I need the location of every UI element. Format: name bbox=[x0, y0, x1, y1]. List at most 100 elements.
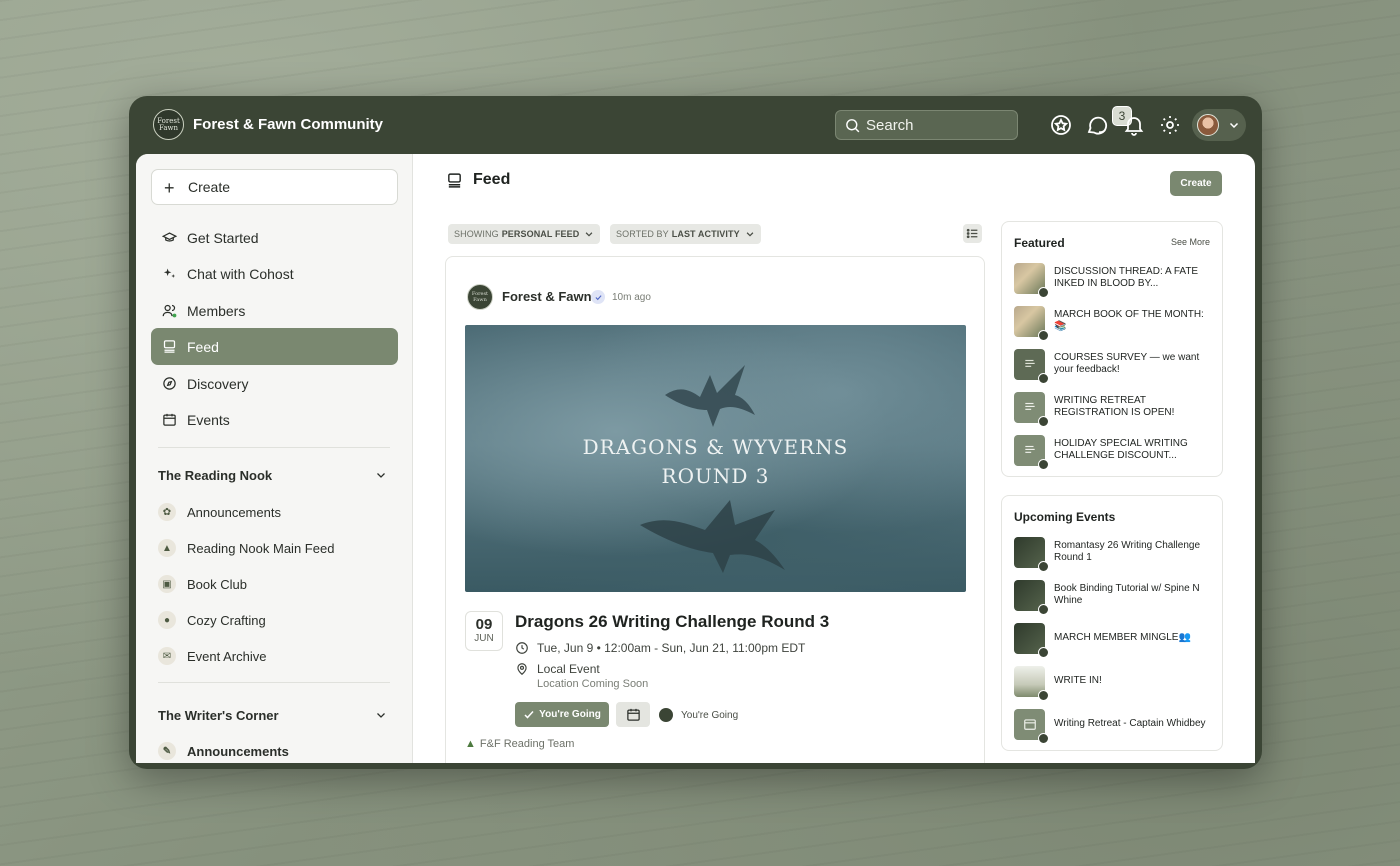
upcoming-event-item[interactable]: Writing Retreat - Captain Whidbey bbox=[1014, 708, 1214, 744]
chat-icon[interactable] bbox=[1085, 113, 1109, 137]
featured-item-label: COURSES SURVEY — we want your feedback! bbox=[1054, 352, 1200, 375]
community-logo[interactable]: Forest Fawn bbox=[153, 109, 184, 140]
calendar-add-icon bbox=[626, 708, 640, 721]
featured-item[interactable]: MARCH BOOK OF THE MONTH: 📚 bbox=[1014, 305, 1214, 341]
sidebar-item-chat-with-cohost[interactable]: Chat with Cohost bbox=[151, 255, 398, 292]
list-view-toggle[interactable] bbox=[963, 224, 982, 243]
search-icon bbox=[846, 119, 860, 133]
tree-icon: ▲ bbox=[465, 738, 476, 750]
sort-value: LAST ACTIVITY bbox=[671, 229, 740, 239]
event-thumbnail bbox=[1014, 622, 1049, 658]
bell-icon[interactable] bbox=[1122, 113, 1146, 137]
sidebar: + Create Get Started Chat with Cohost Me… bbox=[136, 154, 413, 763]
sidebar-create-button[interactable]: + Create bbox=[151, 169, 398, 205]
sort-prefix: SORTED BY bbox=[616, 229, 669, 239]
sidebar-item-label: Events bbox=[187, 411, 230, 428]
featured-item[interactable]: COURSES SURVEY — we want your feedback! bbox=[1014, 348, 1214, 384]
event-post-card[interactable]: Forest Fawn Forest & Fawn 10m ago DRAGONS… bbox=[445, 256, 985, 763]
space-label: Announcements bbox=[187, 743, 289, 759]
create-post-button[interactable]: Create bbox=[1170, 171, 1222, 196]
section-title-reading-nook[interactable]: The Reading Nook bbox=[158, 468, 272, 483]
upcoming-event-item[interactable]: Book Binding Tutorial w/ Spine N Whine bbox=[1014, 579, 1214, 615]
announcement-emoji-icon: ✿ bbox=[158, 503, 176, 521]
event-title[interactable]: Dragons 26 Writing Challenge Round 3 bbox=[515, 612, 829, 632]
event-date-badge: 09 JUN bbox=[465, 611, 503, 651]
document-icon bbox=[1024, 359, 1035, 367]
members-icon bbox=[162, 304, 177, 318]
page-title-text: Feed bbox=[473, 171, 511, 188]
space-label: Reading Nook Main Feed bbox=[187, 540, 335, 556]
gear-icon[interactable] bbox=[1158, 113, 1182, 137]
sidebar-item-label: Chat with Cohost bbox=[187, 265, 294, 282]
event-thumbnail bbox=[1014, 708, 1049, 744]
content-frame: + Create Get Started Chat with Cohost Me… bbox=[136, 154, 1255, 763]
post-space-tag[interactable]: ▲ F&F Reading Team bbox=[465, 738, 574, 750]
post-space-label: F&F Reading Team bbox=[479, 738, 575, 750]
graduation-cap-icon bbox=[162, 232, 177, 242]
search-input[interactable]: Search bbox=[835, 110, 1018, 140]
clock-icon bbox=[516, 642, 528, 654]
event-time: Tue, Jun 9 • 12:00am - Sun, Jun 21, 11:0… bbox=[515, 641, 805, 655]
upcoming-events-title: Upcoming Events bbox=[1014, 510, 1116, 524]
upcoming-event-label: Book Binding Tutorial w/ Spine N Whine bbox=[1054, 583, 1200, 606]
post-author-name[interactable]: Forest & Fawn bbox=[502, 289, 592, 304]
upcoming-event-label: Romantasy 26 Writing Challenge Round 1 bbox=[1054, 540, 1201, 563]
section-title-writers-corner[interactable]: The Writer's Corner bbox=[158, 708, 279, 723]
space-reading-nook-main-feed[interactable]: ▲ Reading Nook Main Feed bbox=[158, 539, 334, 557]
sidebar-item-feed[interactable]: Feed bbox=[151, 328, 398, 365]
calendar-icon bbox=[1023, 719, 1036, 730]
space-announcements[interactable]: ✿ Announcements bbox=[158, 503, 281, 521]
space-book-club[interactable]: ▣ Book Club bbox=[158, 575, 247, 593]
featured-panel: Featured See More DISCUSSION THREAD: A F… bbox=[1001, 221, 1223, 477]
space-writers-announcements[interactable]: ✎ Announcements bbox=[158, 742, 289, 760]
space-label: Announcements bbox=[187, 504, 281, 520]
rsvp-going-label: You're Going bbox=[539, 709, 601, 720]
post-author-avatar[interactable]: Forest Fawn bbox=[467, 284, 493, 310]
upcoming-event-item[interactable]: MARCH MEMBER MINGLE👥 bbox=[1014, 622, 1214, 658]
see-more-link[interactable]: See More bbox=[1171, 237, 1210, 247]
featured-item-label: HOLIDAY SPECIAL WRITING CHALLENGE DISCOU… bbox=[1054, 438, 1188, 461]
post-timestamp: 10m ago bbox=[612, 292, 651, 303]
featured-item[interactable]: DISCUSSION THREAD: A FATE INKED IN BLOOD… bbox=[1014, 262, 1214, 298]
sidebar-item-members[interactable]: Members bbox=[151, 292, 398, 329]
space-event-archive[interactable]: ✉ Event Archive bbox=[158, 647, 267, 665]
star-badge-icon[interactable] bbox=[1049, 113, 1073, 137]
attendee-indicator[interactable]: You're Going bbox=[659, 708, 738, 722]
upcoming-event-item[interactable]: WRITE IN! bbox=[1014, 665, 1214, 701]
featured-item[interactable]: HOLIDAY SPECIAL WRITING CHALLENGE DISCOU… bbox=[1014, 434, 1214, 470]
filter-prefix: SHOWING bbox=[454, 229, 499, 239]
upcoming-event-label: Writing Retreat - Captain Whidbey bbox=[1054, 718, 1206, 729]
sidebar-divider bbox=[158, 682, 390, 683]
chevron-down-icon[interactable] bbox=[375, 709, 387, 721]
verified-badge-icon bbox=[591, 290, 605, 304]
post-thumbnail bbox=[1014, 262, 1049, 298]
event-location: Local Event bbox=[515, 662, 600, 676]
avatar bbox=[1197, 114, 1219, 136]
feed-filter-dropdown[interactable]: SHOWING PERSONAL FEED bbox=[448, 224, 601, 244]
check-icon bbox=[524, 710, 534, 719]
calendar-icon bbox=[163, 413, 176, 426]
featured-item-label: MARCH BOOK OF THE MONTH: 📚 bbox=[1054, 309, 1204, 332]
event-thumbnail bbox=[1014, 665, 1049, 701]
sidebar-item-get-started[interactable]: Get Started bbox=[151, 219, 398, 256]
sidebar-item-discovery[interactable]: Discovery bbox=[151, 365, 398, 402]
event-banner-image[interactable]: DRAGONS & WYVERNS ROUND 3 bbox=[465, 325, 966, 592]
upcoming-event-label: WRITE IN! bbox=[1054, 675, 1102, 686]
upcoming-event-item[interactable]: Romantasy 26 Writing Challenge Round 1 bbox=[1014, 536, 1214, 572]
add-to-calendar-button[interactable] bbox=[616, 702, 650, 727]
location-pin-icon bbox=[517, 663, 527, 676]
rsvp-going-button[interactable]: You're Going bbox=[515, 702, 609, 727]
user-menu-button[interactable] bbox=[1192, 109, 1246, 141]
featured-item[interactable]: WRITING RETREAT REGISTRATION IS OPEN! bbox=[1014, 391, 1214, 427]
sort-dropdown[interactable]: SORTED BY LAST ACTIVITY bbox=[610, 224, 761, 244]
chevron-down-icon[interactable] bbox=[375, 469, 387, 481]
feed-icon bbox=[163, 340, 176, 353]
banner-line-1: DRAGONS & WYVERNS bbox=[582, 435, 849, 459]
document-icon bbox=[1024, 402, 1035, 410]
sidebar-item-events[interactable]: Events bbox=[151, 401, 398, 438]
community-name[interactable]: Forest & Fawn Community bbox=[193, 116, 383, 133]
featured-item-label: WRITING RETREAT REGISTRATION IS OPEN! bbox=[1054, 395, 1175, 418]
top-bar: Forest Fawn Forest & Fawn Community Searc… bbox=[129, 96, 1262, 154]
chevron-down-icon bbox=[586, 232, 593, 237]
space-cozy-crafting[interactable]: ● Cozy Crafting bbox=[158, 611, 266, 629]
